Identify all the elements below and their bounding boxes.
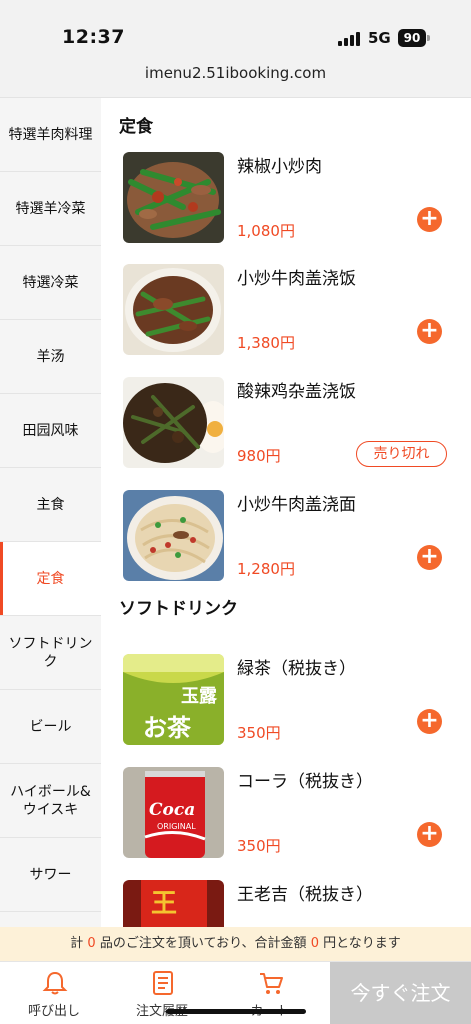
cart-summary: 計 0 品のご注文を頂いており、合計金額 0 円となります <box>0 927 471 961</box>
cart-summary-prefix: 計 <box>70 936 84 951</box>
cart-summary-middle: 品のご注文を頂いており、合計金額 <box>99 936 307 951</box>
add-button[interactable]: + <box>417 545 442 570</box>
menu-list: 定食 辣椒小炒肉 1,080円 + 小炒牛肉盖浇饭 1,380円 + 酸辣鸡杂盖… <box>101 98 471 927</box>
sold-out-badge: 売り切れ <box>356 441 447 467</box>
signal-icon <box>338 30 362 46</box>
sidebar-item-label: ビール <box>29 718 72 735</box>
sidebar-item-label: 田园风味 <box>22 422 79 439</box>
sidebar-item-label: ハイボール&ウイスキ <box>10 783 91 818</box>
drink-photo[interactable]: 王 <box>123 880 224 927</box>
sidebar-item-label: 特選羊肉料理 <box>8 126 93 143</box>
sidebar-item-label: サワー <box>29 866 72 883</box>
food-photo[interactable] <box>123 490 224 581</box>
svg-text:ORIGINAL: ORIGINAL <box>157 822 196 831</box>
battery-level: 90 <box>398 29 426 47</box>
status-bar: 12:37 5G 90 <box>0 0 471 60</box>
menu-item: 王 王老吉（税抜き） <box>101 880 471 927</box>
sidebar-item-lamb-cold[interactable]: 特選羊冷菜 <box>0 172 101 246</box>
url-bar[interactable]: imenu2.51ibooking.com <box>0 64 471 82</box>
item-name: 緑茶（税抜き） <box>237 659 356 679</box>
sidebar-item-country-style[interactable]: 田园风味 <box>0 394 101 468</box>
bottom-tabbar: 呼び出し 注文履歴 カート 今すぐ注文 <box>0 961 471 1024</box>
cart-item-count: 0 <box>87 936 96 951</box>
item-price: 1,380円 <box>237 334 295 352</box>
sidebar-item-set-meal[interactable]: 定食 <box>0 542 101 616</box>
sidebar-item-lamb-dishes[interactable]: 特選羊肉料理 <box>0 98 101 172</box>
sidebar-item-label: 主食 <box>36 496 65 513</box>
sidebar-item-lamb-soup[interactable]: 羊汤 <box>0 320 101 394</box>
section-title: ソフトドリンク <box>119 599 238 619</box>
tab-label: 呼び出し <box>27 1004 80 1019</box>
sidebar-item-label: 羊汤 <box>36 348 65 365</box>
menu-item: 酸辣鸡杂盖浇饭 980円 売り切れ <box>101 377 471 477</box>
sidebar-item-beer[interactable]: ビール <box>0 690 101 764</box>
add-button[interactable]: + <box>417 319 442 344</box>
sidebar-item-label: ソフトドリンク <box>8 635 93 670</box>
sidebar-item-label: 特選冷菜 <box>22 274 79 291</box>
sidebar-item-label: 特選羊冷菜 <box>15 200 86 217</box>
item-price: 1,280円 <box>237 560 295 578</box>
tab-cart[interactable]: カート <box>218 962 322 1024</box>
item-name: 小炒牛肉盖浇面 <box>237 495 356 515</box>
receipt-icon <box>153 971 173 995</box>
item-name: 小炒牛肉盖浇饭 <box>237 269 356 289</box>
svg-text:Coca: Coca <box>149 800 195 820</box>
svg-text:お茶: お茶 <box>143 714 192 742</box>
sidebar-item-sour[interactable]: サワー <box>0 838 101 912</box>
add-button[interactable]: + <box>417 709 442 734</box>
item-price: 980円 <box>237 447 281 465</box>
home-indicator <box>166 1009 306 1014</box>
add-button[interactable]: + <box>417 207 442 232</box>
cart-summary-suffix: 円となります <box>323 936 401 951</box>
item-name: コーラ（税抜き） <box>237 772 373 792</box>
item-price: 1,080円 <box>237 222 295 240</box>
menu-item: 小炒牛肉盖浇饭 1,380円 + <box>101 264 471 364</box>
item-price: 350円 <box>237 724 281 742</box>
tab-call-staff[interactable]: 呼び出し <box>2 962 106 1024</box>
menu-item: 小炒牛肉盖浇面 1,280円 + <box>101 490 471 590</box>
sidebar-item-highball[interactable]: ハイボール&ウイスキ <box>0 764 101 838</box>
item-price: 350円 <box>237 837 281 855</box>
food-photo[interactable] <box>123 264 224 355</box>
bell-icon <box>42 971 68 995</box>
food-photo[interactable] <box>123 377 224 468</box>
menu-item: 玉露 お茶 緑茶（税抜き） 350円 + <box>101 654 471 754</box>
item-name: 辣椒小炒肉 <box>237 157 322 177</box>
battery-icon: 90 <box>398 29 430 47</box>
item-name: 酸辣鸡杂盖浇饭 <box>237 382 356 402</box>
order-now-button[interactable]: 今すぐ注文 <box>330 962 471 1024</box>
sidebar-item-staple[interactable]: 主食 <box>0 468 101 542</box>
sidebar-item-soft-drinks[interactable]: ソフトドリンク <box>0 616 101 690</box>
status-time: 12:37 <box>62 26 125 48</box>
sidebar-item-cold-dishes[interactable]: 特選冷菜 <box>0 246 101 320</box>
category-sidebar: 特選羊肉料理 特選羊冷菜 特選冷菜 羊汤 田园风味 主食 定食 ソフトドリンク … <box>0 98 101 927</box>
menu-item: Coca ORIGINAL コーラ（税抜き） 350円 + <box>101 767 471 867</box>
menu-main: 特選羊肉料理 特選羊冷菜 特選冷菜 羊汤 田园风味 主食 定食 ソフトドリンク … <box>0 97 471 927</box>
tab-order-history[interactable]: 注文履歴 <box>110 962 214 1024</box>
drink-photo[interactable]: 玉露 お茶 <box>123 654 224 745</box>
svg-text:王: 王 <box>151 889 177 919</box>
item-name: 王老吉（税抜き） <box>237 885 373 905</box>
food-photo[interactable] <box>123 152 224 243</box>
drink-photo[interactable]: Coca ORIGINAL <box>123 767 224 858</box>
sidebar-item-label: 定食 <box>36 570 65 587</box>
add-button[interactable]: + <box>417 822 442 847</box>
menu-item: 辣椒小炒肉 1,080円 + <box>101 152 471 252</box>
cart-icon <box>260 973 283 994</box>
section-title: 定食 <box>119 117 153 137</box>
drink-label-text: 玉露 <box>181 686 218 707</box>
cart-total-amount: 0 <box>310 936 319 951</box>
network-type: 5G <box>368 29 391 47</box>
